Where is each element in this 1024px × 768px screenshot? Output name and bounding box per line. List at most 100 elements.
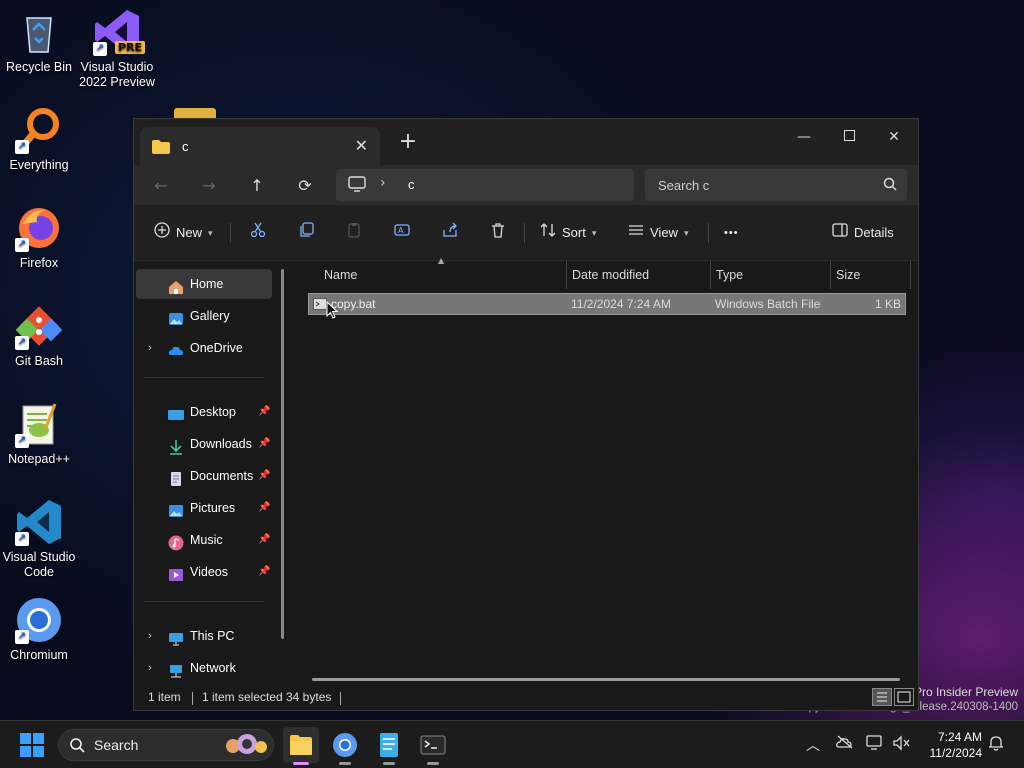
sidebar-item-home[interactable]: Home — [136, 269, 272, 299]
sidebar-item-network[interactable]: › Network — [136, 653, 272, 683]
cut-button[interactable] — [250, 222, 266, 244]
chevron-up-icon[interactable]: ︿ — [806, 735, 820, 755]
volume-muted-icon[interactable] — [892, 735, 910, 755]
taskbar-chromium[interactable] — [327, 727, 363, 765]
taskbar-notepad[interactable] — [371, 727, 407, 765]
forward-button[interactable]: → — [196, 173, 222, 199]
details-view-toggle[interactable] — [872, 688, 892, 706]
desktop-icon-chromium[interactable]: ↗ Chromium — [0, 596, 78, 663]
pin-icon[interactable]: 📌 — [258, 493, 270, 523]
back-button[interactable]: ← — [148, 173, 174, 199]
taskbar-search-box[interactable]: Search — [58, 729, 274, 761]
address-bar[interactable]: › c — [336, 169, 634, 201]
navigation-bar: ← → ↑ ⟳ › c — [134, 165, 918, 205]
download-arrow-icon — [168, 436, 184, 455]
sort-ascending-icon: ▲ — [438, 256, 445, 265]
up-button[interactable]: ↑ — [244, 173, 270, 199]
new-button[interactable]: New ▾ — [154, 221, 213, 244]
chevron-right-icon[interactable]: › — [380, 175, 386, 191]
share-button[interactable] — [442, 222, 458, 244]
delete-button[interactable] — [490, 222, 506, 244]
pin-icon[interactable]: 📌 — [258, 461, 270, 491]
desktop-icon-git-bash[interactable]: ↗ Git Bash — [0, 302, 78, 369]
system-clock[interactable]: 7:24 AM 11/2/2024 — [920, 729, 983, 761]
desktop-icon-everything[interactable]: ↗ Everything — [0, 106, 78, 173]
taskbar-terminal[interactable] — [415, 727, 451, 765]
table-row[interactable]: copy.bat 11/2/2024 7:24 AM Windows Batch… — [308, 293, 906, 315]
network-icon — [168, 660, 184, 678]
search-input[interactable] — [645, 169, 865, 201]
running-indicator — [339, 762, 351, 765]
network-monitor-icon[interactable] — [866, 735, 884, 755]
desktop-icon-label: Git Bash — [15, 354, 63, 368]
chevron-right-icon[interactable]: › — [148, 333, 152, 363]
close-tab-icon[interactable]: ✕ — [355, 136, 368, 155]
refresh-button[interactable]: ⟳ — [292, 173, 318, 199]
sidebar-scrollbar[interactable] — [281, 269, 284, 639]
close-window-button[interactable]: ✕ — [872, 123, 916, 151]
sidebar-item-pictures[interactable]: Pictures 📌 — [136, 493, 272, 523]
chevron-right-icon[interactable]: › — [148, 653, 152, 683]
more-options-button[interactable]: ••• — [724, 222, 739, 244]
column-header-type[interactable]: Type — [716, 261, 743, 289]
copy-button[interactable] — [298, 221, 314, 244]
notepad-plus-plus-icon: ↗ — [15, 400, 63, 448]
horizontal-scrollbar[interactable] — [312, 678, 900, 681]
desktop-icon-label: Firefox — [19, 256, 59, 270]
pin-icon[interactable]: 📌 — [258, 429, 270, 459]
sidebar-item-desktop[interactable]: Desktop 📌 — [136, 397, 272, 427]
search-icon[interactable] — [883, 177, 897, 194]
chevron-right-icon[interactable]: › — [148, 621, 152, 651]
paste-button[interactable] — [346, 222, 362, 244]
column-separator[interactable] — [910, 261, 911, 289]
view-button[interactable]: View ▾ — [628, 222, 688, 244]
search-box[interactable] — [645, 169, 907, 201]
minimize-button[interactable]: — — [782, 123, 826, 151]
column-separator[interactable] — [710, 261, 711, 289]
recycle-bin-icon — [15, 8, 63, 56]
taskbar: Search ︿ 7:24 AM 11/2/2024 — [0, 720, 1024, 768]
desktop-icon-notepad-plus-plus[interactable]: ↗ Notepad++ — [0, 400, 78, 467]
sidebar-item-onedrive[interactable]: › OneDrive — [136, 333, 272, 363]
sidebar-item-videos[interactable]: Videos 📌 — [136, 557, 272, 587]
details-pane-button[interactable]: Details — [832, 222, 894, 244]
toolbar-separator — [230, 223, 231, 243]
column-header-date[interactable]: Date modified — [572, 261, 649, 289]
desktop-icon-recycle-bin[interactable]: Recycle Bin — [0, 8, 78, 75]
sidebar-item-gallery[interactable]: Gallery — [136, 301, 272, 331]
sidebar-label: Gallery — [190, 309, 230, 323]
shortcut-arrow-icon: ↗ — [93, 42, 107, 56]
sort-button[interactable]: Sort ▾ — [540, 222, 596, 244]
taskbar-file-explorer[interactable] — [283, 727, 319, 765]
desktop-icon-label: Visual Studio — [2, 550, 76, 564]
sidebar-item-downloads[interactable]: Downloads 📌 — [136, 429, 272, 459]
desktop-icon-visual-studio[interactable]: PRE ↗ Visual Studio 2022 Preview — [78, 8, 156, 90]
file-list: ▲ Name Date modified Type Size copy.bat … — [292, 256, 918, 681]
address-path[interactable]: c — [408, 177, 415, 192]
column-header-name[interactable]: Name — [324, 261, 357, 289]
column-header-size[interactable]: Size — [836, 261, 860, 289]
sidebar-label: Videos — [190, 565, 228, 579]
sidebar-item-documents[interactable]: Documents 📌 — [136, 461, 272, 491]
sort-icon — [540, 222, 556, 245]
visual-studio-icon: PRE ↗ — [93, 8, 145, 56]
sidebar-item-music[interactable]: Music 📌 — [136, 525, 272, 555]
column-separator[interactable] — [566, 261, 567, 289]
desktop-icon-vscode[interactable]: ↗ Visual Studio Code — [0, 498, 78, 580]
tab-c[interactable]: c ✕ — [140, 127, 380, 165]
shortcut-arrow-icon: ↗ — [15, 238, 29, 252]
onedrive-offline-icon[interactable] — [836, 735, 854, 753]
desktop-icon-firefox[interactable]: ↗ Firefox — [0, 204, 78, 271]
maximize-button[interactable] — [827, 123, 871, 151]
pin-icon[interactable]: 📌 — [258, 557, 270, 587]
new-tab-button[interactable]: + — [396, 129, 420, 154]
details-label: Details — [854, 225, 894, 240]
sidebar-item-this-pc[interactable]: › This PC — [136, 621, 272, 651]
notification-bell-icon[interactable] — [988, 735, 1004, 755]
column-separator[interactable] — [830, 261, 831, 289]
tiles-view-toggle[interactable] — [894, 688, 914, 706]
pin-icon[interactable]: 📌 — [258, 397, 270, 427]
start-button[interactable] — [20, 733, 44, 757]
rename-button[interactable]: A — [394, 222, 410, 244]
pin-icon[interactable]: 📌 — [258, 525, 270, 555]
